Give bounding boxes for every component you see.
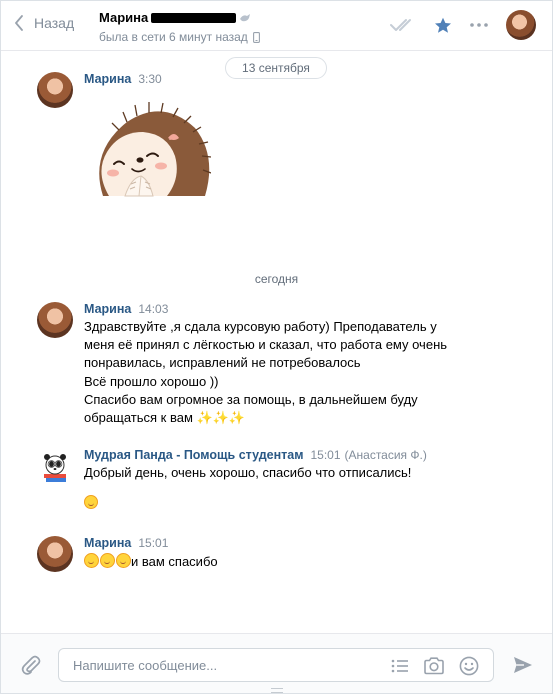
message-line: Всё прошло хорошо )) bbox=[84, 373, 219, 389]
mark-read-button[interactable] bbox=[390, 18, 416, 32]
peer-status: была в сети 6 минут назад bbox=[99, 30, 248, 44]
smile-emoji bbox=[84, 495, 98, 510]
message-input-box[interactable] bbox=[58, 648, 494, 682]
message-time[interactable]: 14:03 bbox=[138, 302, 168, 316]
hedgehog-sticker bbox=[99, 102, 212, 197]
avatar[interactable] bbox=[37, 536, 73, 572]
message-text: Здравствуйте ,я сдала курсовую работу) П… bbox=[84, 318, 504, 427]
star-icon bbox=[435, 17, 451, 33]
send-button[interactable] bbox=[513, 656, 533, 679]
templates-list-icon[interactable] bbox=[391, 659, 409, 673]
peer-avatar[interactable] bbox=[506, 10, 536, 40]
smile-emoji bbox=[116, 553, 131, 568]
more-dots-icon bbox=[470, 23, 488, 27]
composer bbox=[1, 633, 552, 693]
back-label: Назад bbox=[34, 15, 75, 31]
back-button[interactable]: Назад bbox=[14, 15, 74, 31]
message-time[interactable]: 15:01 bbox=[138, 536, 168, 550]
chat-window: Назад Марина была в сети 6 минут назад 1… bbox=[0, 0, 553, 694]
message-text-content: и вам спасибо bbox=[131, 554, 218, 569]
message-line: меня её принял с лёгкостью и сказал, что… bbox=[84, 337, 448, 353]
smile-emoji bbox=[84, 553, 99, 568]
chat-header: Назад Марина была в сети 6 минут назад bbox=[1, 1, 552, 51]
send-icon bbox=[514, 657, 532, 673]
message-text: и вам спасибо bbox=[84, 553, 504, 571]
resize-grip[interactable] bbox=[271, 688, 283, 693]
camera-icon[interactable] bbox=[423, 657, 445, 675]
date-separator: сегодня bbox=[254, 272, 299, 286]
message-author[interactable]: Мудрая Панда - Помощь студентам bbox=[84, 448, 303, 462]
message-line: понравилась, исправлений не потребовалос… bbox=[84, 355, 361, 371]
chevron-left-icon bbox=[15, 15, 23, 31]
double-check-icon bbox=[390, 19, 411, 31]
attach-button[interactable] bbox=[21, 654, 41, 681]
smile-icon[interactable] bbox=[459, 656, 479, 676]
message-line: Здравствуйте ,я сдала курсовую работу) П… bbox=[84, 319, 437, 334]
paperclip-icon bbox=[21, 655, 41, 675]
message-time[interactable]: 3:30 bbox=[138, 72, 161, 86]
favorite-button[interactable] bbox=[434, 17, 452, 34]
message-signature: (Анастасия Ф.) bbox=[344, 448, 427, 462]
message-author[interactable]: Марина bbox=[84, 536, 131, 550]
message-author[interactable]: Марина bbox=[84, 302, 131, 316]
avatar[interactable] bbox=[37, 72, 73, 108]
redacted-surname bbox=[151, 12, 237, 23]
smile-emoji bbox=[100, 553, 115, 568]
community-avatar-panda[interactable] bbox=[37, 448, 73, 484]
bird-icon bbox=[240, 13, 251, 21]
sparkles-emoji: ✨✨✨ bbox=[196, 410, 246, 426]
peer-name: Марина bbox=[99, 10, 149, 25]
message-time[interactable]: 15:01 bbox=[310, 448, 340, 462]
message-text: Добрый день, очень хорошо, спасибо что о… bbox=[84, 465, 412, 480]
message-input[interactable] bbox=[71, 657, 375, 674]
more-button[interactable] bbox=[470, 23, 488, 27]
message-line: обращаться к вам bbox=[84, 410, 193, 426]
peer-info[interactable]: Марина была в сети 6 минут назад bbox=[99, 10, 260, 44]
avatar[interactable] bbox=[37, 302, 73, 338]
message-author[interactable]: Марина bbox=[84, 72, 131, 86]
message-line: Спасибо вам огромное за помощь, в дальне… bbox=[84, 391, 418, 407]
mobile-icon bbox=[252, 31, 260, 43]
